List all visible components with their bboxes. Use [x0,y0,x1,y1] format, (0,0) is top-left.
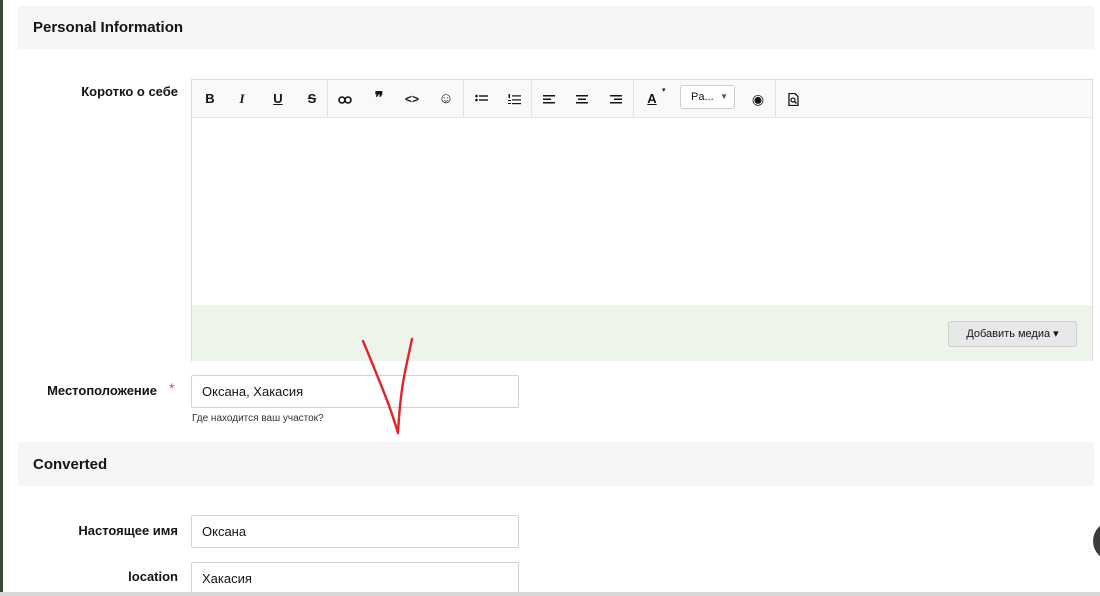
align-left-icon [543,95,555,104]
section-title: Converted [33,456,108,473]
section-header-converted: Converted [18,442,1094,486]
chevron-down-icon: ▼ [720,92,728,101]
smilie-button[interactable]: ☺ [434,88,458,110]
underline-button[interactable]: U [266,88,290,110]
about-label: Коротко о себе [81,84,178,99]
preview-eye-icon[interactable]: ◉ [746,88,770,110]
numbered-list-icon [507,94,521,105]
align-right-icon[interactable] [604,88,628,110]
bullet-list-icon [474,94,488,102]
bold-button[interactable]: B [198,88,222,110]
location-field-label: location [128,569,178,584]
font-color-button[interactable]: A [640,88,664,110]
link-icon [338,95,352,104]
paragraph-style-select[interactable]: Pa... ▼ [680,85,735,109]
location-field-input[interactable]: Хакасия [191,562,519,594]
strikethrough-button[interactable]: S [300,88,324,110]
font-color-caret-icon: ▾ [662,87,666,94]
paragraph-style-value: Pa... [691,91,714,103]
editor-footer: Добавить медиа ▾ [192,305,1092,361]
window-bottom-edge [0,592,1100,596]
quote-button[interactable]: ❞ [367,88,391,110]
red-checkmark-annotation [361,337,414,435]
about-rich-text-editor[interactable]: B I U S ❞ <> ☺ A ▾ Pa... ▼ ◉ Добавить ме… [191,79,1093,361]
location-hint: Где находится ваш участок? [192,413,324,424]
section-title: Personal Information [33,19,184,36]
floating-round-button[interactable] [1093,521,1100,561]
editor-toolbar: B I U S ❞ <> ☺ A ▾ Pa... ▼ ◉ [192,80,1092,118]
toolbar-separator [327,80,328,118]
toolbar-separator [531,80,532,118]
editor-text-area[interactable] [192,118,1092,305]
add-media-button[interactable]: Добавить медиа ▾ [948,321,1077,347]
toolbar-separator [633,80,634,118]
link-icon[interactable] [333,88,357,110]
toolbar-separator [463,80,464,118]
toolbar-separator [775,80,776,118]
window-left-edge [0,0,3,596]
code-button[interactable]: <> [400,88,424,110]
align-center-icon[interactable] [570,88,594,110]
bullet-list-icon[interactable] [469,88,493,110]
italic-button[interactable]: I [230,88,254,110]
real-name-input[interactable]: Оксана [191,515,519,548]
align-right-icon [610,95,622,104]
document-preview-icon [787,92,799,107]
align-center-icon [576,95,588,104]
section-header-personal-information: Personal Information [18,6,1094,49]
numbered-list-icon[interactable] [502,88,526,110]
align-left-icon[interactable] [537,88,561,110]
required-marker: * [169,380,175,396]
document-preview-icon[interactable] [781,88,805,110]
real-name-label: Настоящее имя [78,523,178,538]
location-label: Местоположение [47,383,157,398]
